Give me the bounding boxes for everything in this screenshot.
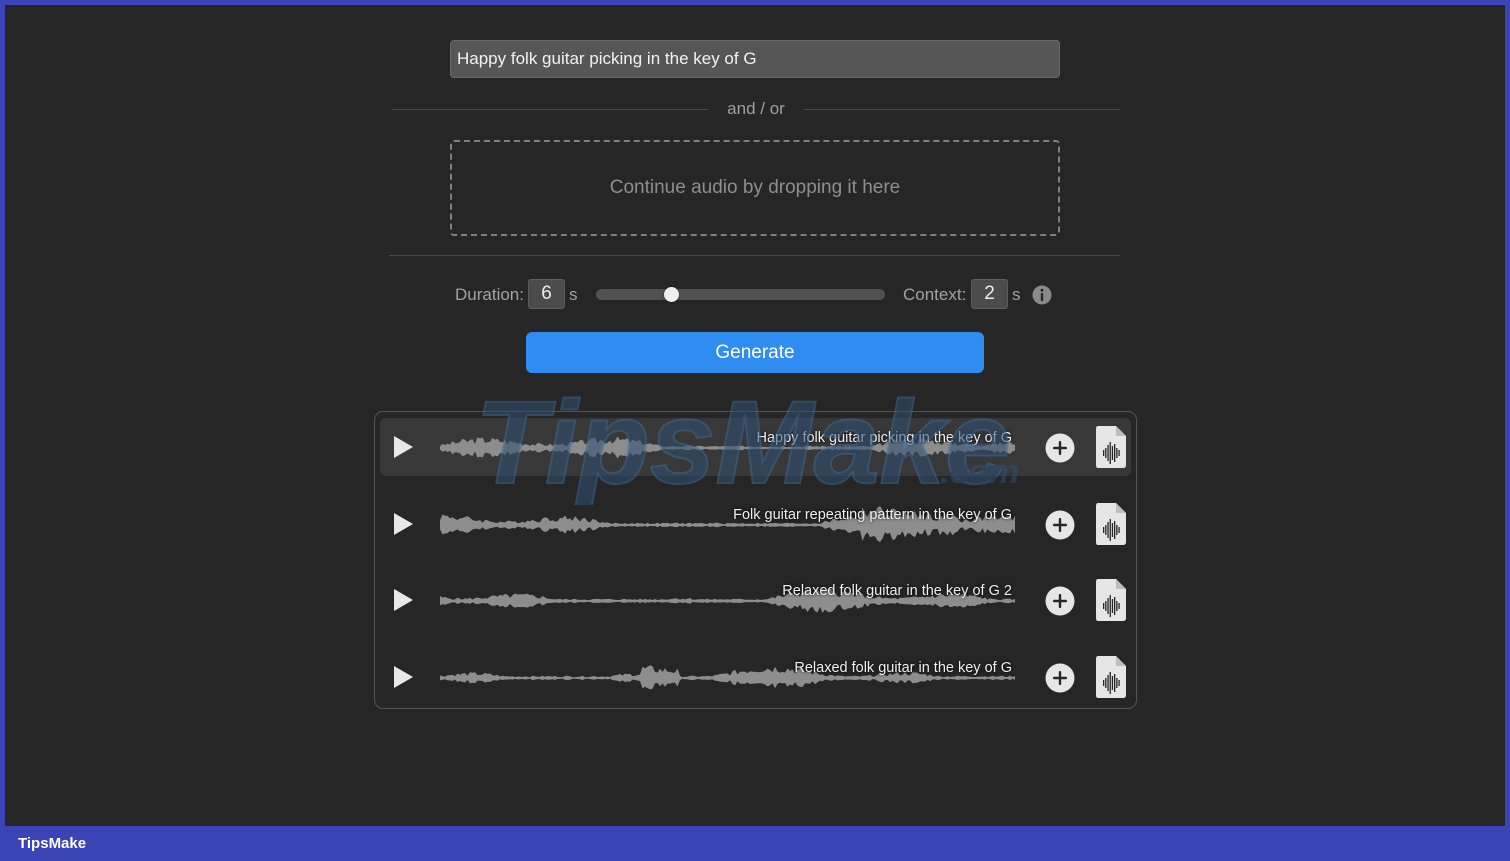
and-or-label: and / or xyxy=(727,99,785,118)
result-row[interactable]: Folk guitar repeating pattern in the key… xyxy=(380,495,1131,553)
context-input[interactable]: 2 xyxy=(971,279,1008,309)
slider-thumb[interactable] xyxy=(664,287,680,302)
and-or-divider: and / or xyxy=(392,98,1120,120)
result-row[interactable]: Relaxed folk guitar in the key of G xyxy=(380,648,1131,706)
context-unit: s xyxy=(1012,285,1021,304)
audio-file-icon[interactable] xyxy=(1095,655,1127,699)
play-icon[interactable] xyxy=(390,664,416,690)
duration-slider[interactable] xyxy=(596,287,885,302)
divider-line-right xyxy=(804,109,1120,110)
info-icon[interactable] xyxy=(1032,285,1052,305)
prompt-input[interactable] xyxy=(450,40,1060,78)
plus-circle-icon[interactable] xyxy=(1045,663,1075,693)
audio-drop-zone[interactable]: Continue audio by dropping it here xyxy=(450,140,1060,236)
drop-zone-label: Continue audio by dropping it here xyxy=(609,177,901,198)
generate-button[interactable]: Generate xyxy=(526,332,984,373)
audio-file-icon[interactable] xyxy=(1095,502,1127,546)
play-icon[interactable] xyxy=(390,511,416,537)
divider-line-left xyxy=(392,109,708,110)
duration-label: Duration: xyxy=(455,285,524,304)
generation-controls: Duration: 6 s Context: 2 s xyxy=(450,279,1060,311)
section-divider xyxy=(389,255,1120,256)
duration-unit: s xyxy=(569,285,578,304)
plus-circle-icon[interactable] xyxy=(1045,433,1075,463)
result-title: Relaxed folk guitar in the key of G 2 xyxy=(782,583,1012,599)
footer-bar: TipsMake xyxy=(0,826,1510,861)
result-title: Happy folk guitar picking in the key of … xyxy=(756,430,1013,446)
audio-file-icon[interactable] xyxy=(1095,425,1127,469)
duration-input[interactable]: 6 xyxy=(528,279,565,309)
result-row[interactable]: Happy folk guitar picking in the key of … xyxy=(380,418,1131,476)
result-title: Relaxed folk guitar in the key of G xyxy=(794,659,1012,676)
results-list: Happy folk guitar picking in the key of … xyxy=(374,411,1137,709)
result-row[interactable]: Relaxed folk guitar in the key of G 2 xyxy=(380,571,1131,629)
context-label: Context: xyxy=(903,285,967,304)
plus-circle-icon[interactable] xyxy=(1045,510,1075,540)
play-icon[interactable] xyxy=(390,434,416,460)
app-window: and / or Continue audio by dropping it h… xyxy=(5,5,1505,826)
plus-circle-icon[interactable] xyxy=(1045,586,1075,616)
play-icon[interactable] xyxy=(390,587,416,613)
result-title: Folk guitar repeating pattern in the key… xyxy=(733,506,1012,523)
audio-file-icon[interactable] xyxy=(1095,578,1127,622)
footer-brand: TipsMake xyxy=(18,835,87,852)
